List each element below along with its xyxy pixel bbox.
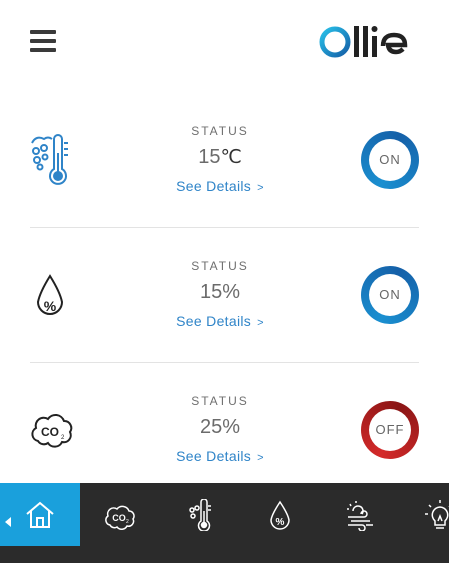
power-toggle[interactable]: OFF — [361, 401, 419, 459]
see-details-label: See Details — [176, 448, 252, 464]
sensor-card-humidity: % STATUS 15% See Details > ON — [30, 228, 419, 363]
status-label: STATUS — [191, 259, 249, 273]
see-details-label: See Details — [176, 178, 252, 194]
nav-item-temperature[interactable] — [160, 483, 240, 546]
status-label: STATUS — [191, 124, 249, 138]
svg-text:%: % — [44, 298, 57, 314]
sensor-card-temperature: STATUS 15℃ See Details > ON — [30, 93, 419, 228]
co2-cloud-icon: CO 2 — [31, 414, 73, 448]
app-screen: STATUS 15℃ See Details > ON % STATUS 15% … — [0, 0, 449, 563]
home-icon — [26, 501, 54, 528]
humidity-drop-icon: % — [36, 274, 64, 315]
see-details-label: See Details — [176, 313, 252, 329]
sensor-info: STATUS 15℃ See Details > — [125, 123, 315, 197]
sensor-info: STATUS 25% See Details > — [125, 393, 315, 467]
chevron-right-icon: > — [257, 452, 264, 464]
see-details-link[interactable]: See Details > — [125, 312, 315, 332]
nav-item-home[interactable] — [0, 483, 80, 546]
svg-text:CO: CO — [41, 425, 59, 439]
value-number: 15 — [198, 146, 221, 168]
status-label: STATUS — [191, 394, 249, 408]
value-number: 15% — [199, 281, 241, 303]
svg-text:2: 2 — [126, 519, 129, 525]
sensor-value: 15% — [125, 278, 315, 306]
thermometer-icon — [31, 134, 68, 185]
sensor-info: STATUS 15% See Details > — [125, 258, 315, 332]
sensor-value: 25% — [125, 413, 315, 441]
co2-cloud-icon: CO 2 — [105, 505, 135, 530]
chevron-right-icon: > — [257, 182, 264, 194]
weather-wind-icon — [347, 501, 373, 531]
toggle-label: ON — [379, 287, 401, 302]
light-bulb-icon — [425, 500, 449, 529]
bottom-navigation: CO 2 % — [0, 483, 449, 563]
nav-item-co2[interactable]: CO 2 — [80, 483, 160, 546]
toggle-label: OFF — [375, 422, 405, 437]
ollie-logo — [319, 26, 408, 58]
arrow-left-icon — [5, 517, 11, 527]
app-header — [0, 0, 449, 90]
nav-item-light[interactable] — [400, 483, 449, 546]
nav-item-humidity[interactable]: % — [240, 483, 320, 546]
see-details-link[interactable]: See Details > — [125, 177, 315, 197]
sensor-value: 15℃ — [125, 143, 315, 171]
humidity-drop-icon: % — [270, 500, 290, 530]
svg-text:CO: CO — [112, 513, 126, 523]
see-details-link[interactable]: See Details > — [125, 447, 315, 467]
hamburger-menu-icon[interactable] — [30, 30, 56, 54]
sensor-card-co2: CO 2 STATUS 25% See Details > OFF — [30, 363, 419, 498]
power-toggle[interactable]: ON — [361, 266, 419, 324]
value-number: 25% — [199, 416, 241, 438]
svg-text:%: % — [276, 517, 285, 528]
toggle-label: ON — [379, 152, 401, 167]
svg-text:2: 2 — [61, 435, 65, 441]
chevron-right-icon: > — [257, 317, 264, 329]
nav-item-weather[interactable] — [320, 483, 400, 546]
value-unit: ℃ — [220, 147, 242, 168]
thermometer-icon — [189, 499, 211, 531]
power-toggle[interactable]: ON — [361, 131, 419, 189]
